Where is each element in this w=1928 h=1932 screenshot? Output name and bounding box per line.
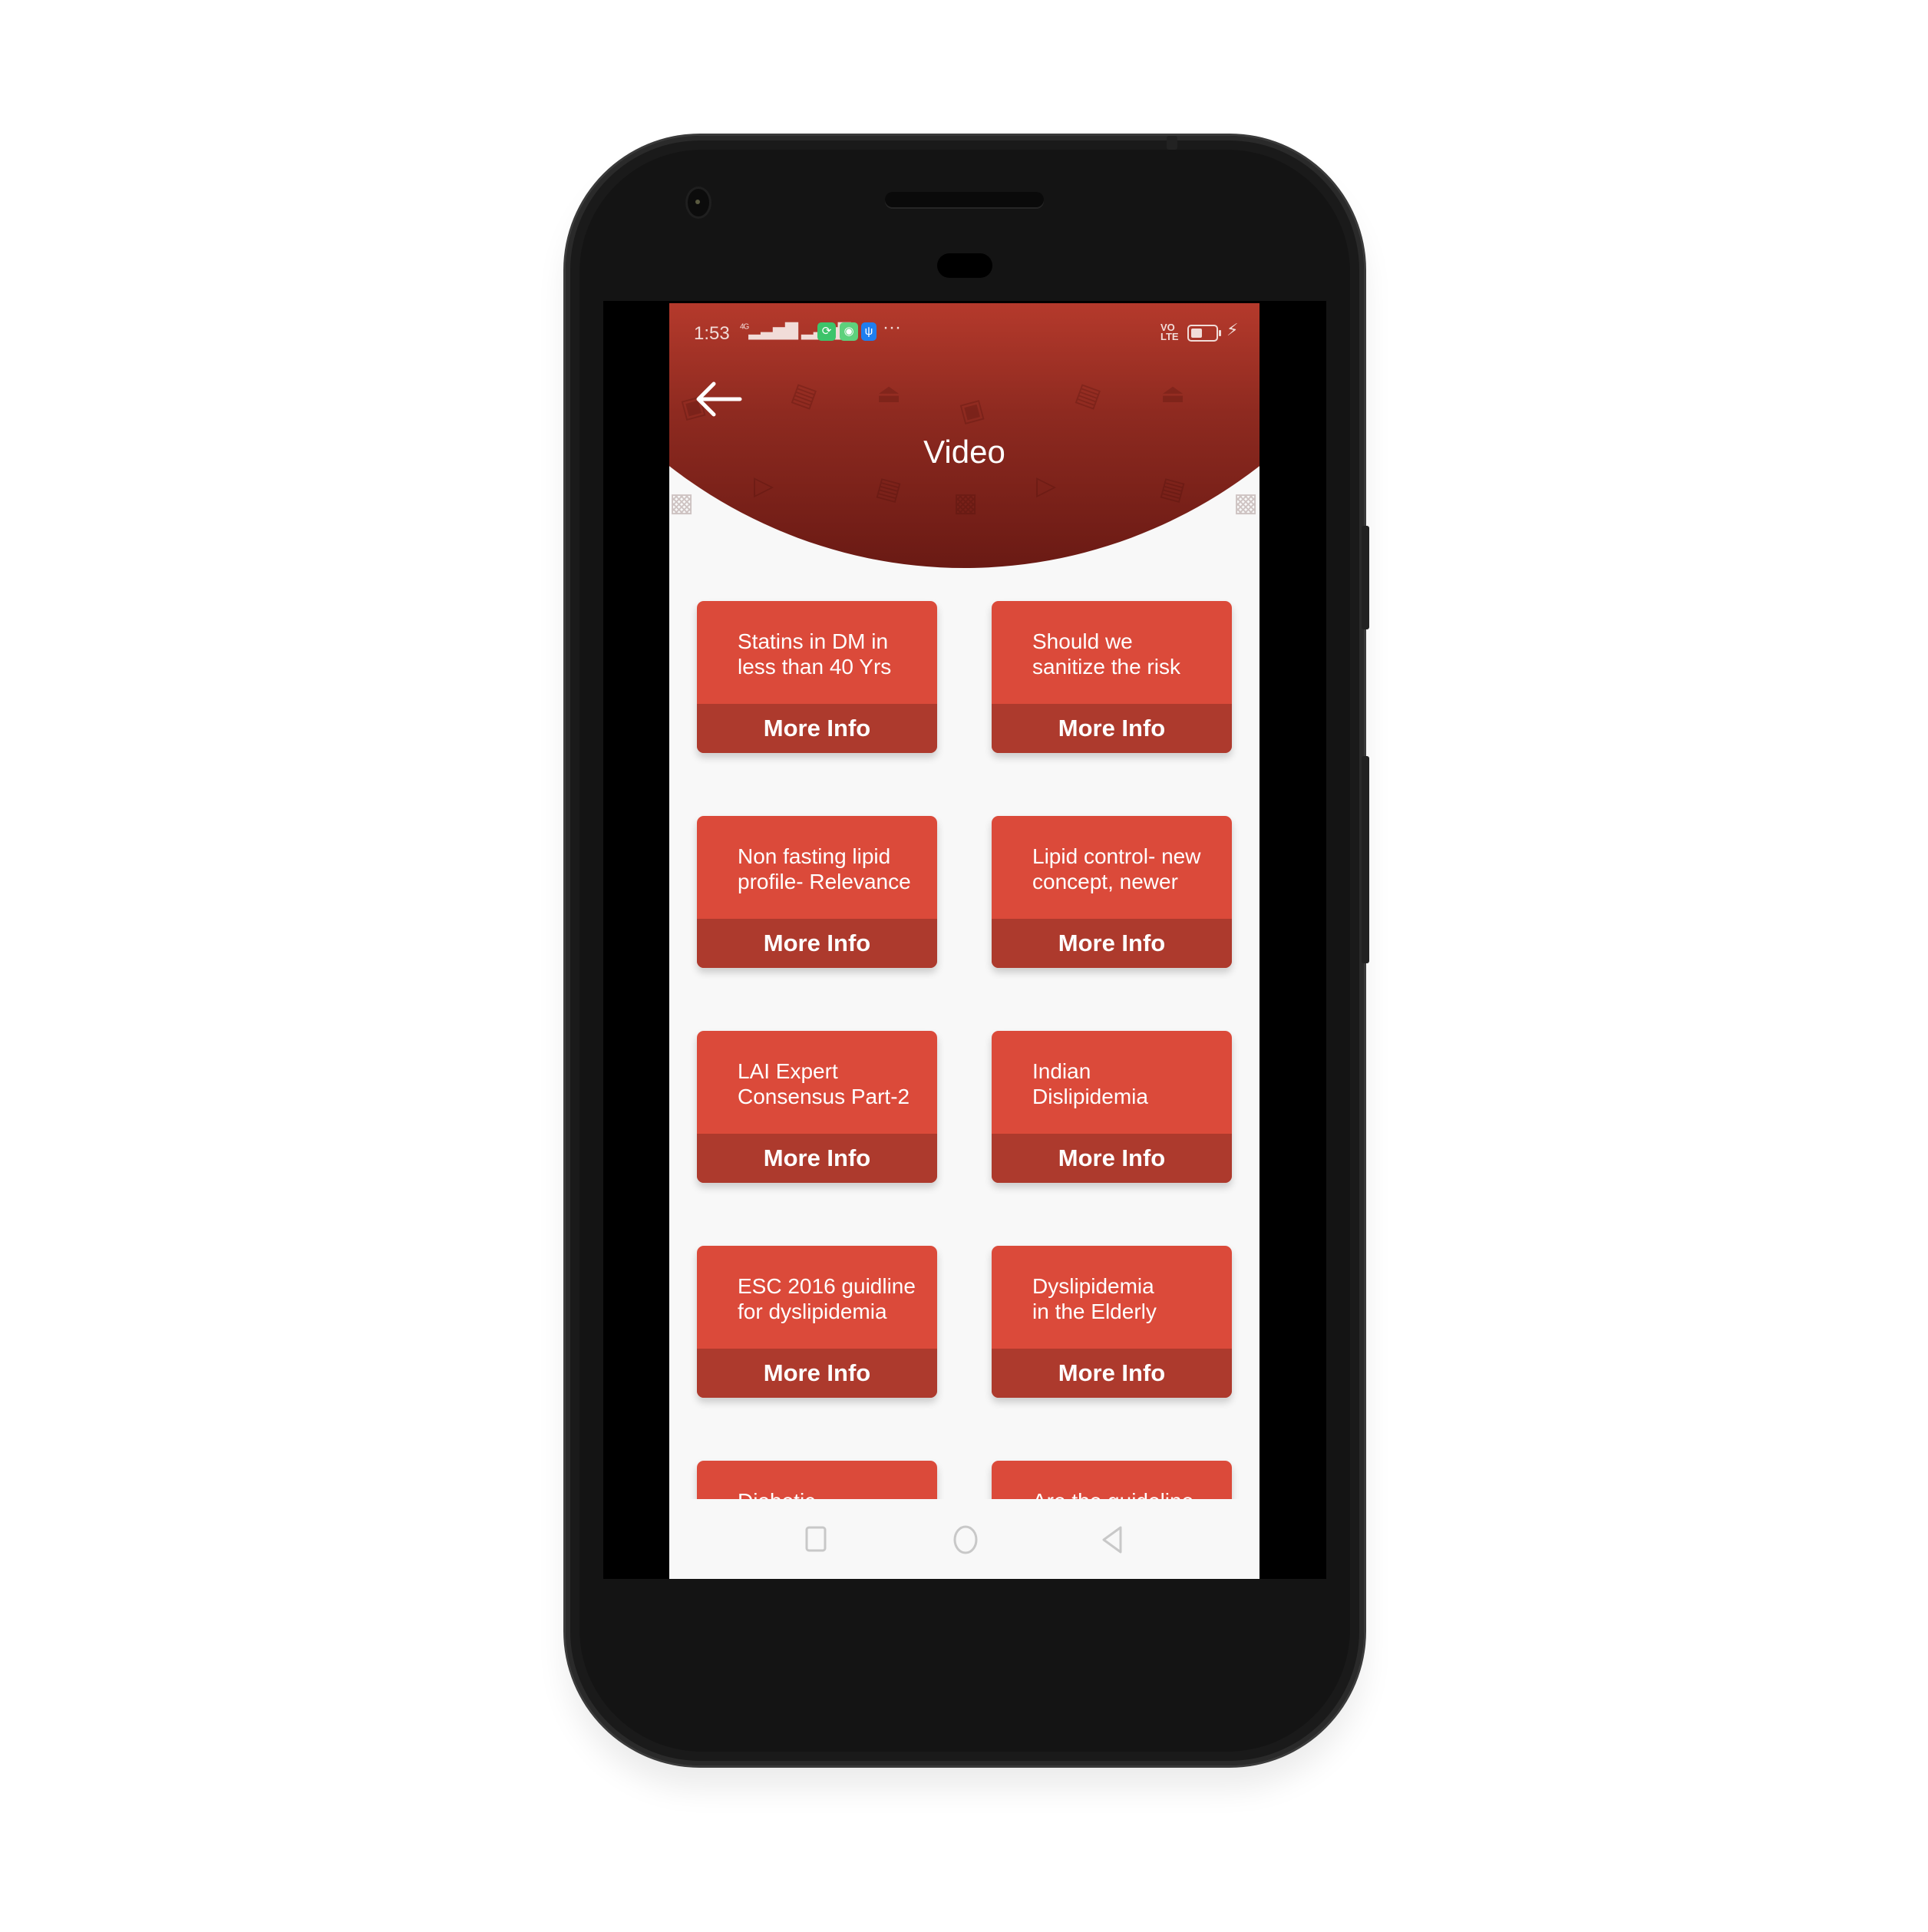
page-title: Video [923, 434, 1005, 470]
pattern-eject-icon: ⏏ [1160, 379, 1186, 408]
nav-back-button[interactable] [1099, 1524, 1127, 1559]
video-title: ESC 2016 guidline for dyslipidemia [738, 1274, 916, 1323]
top-notch-mark [1167, 136, 1177, 150]
network-type: 4G [740, 322, 749, 332]
square-icon [805, 1526, 827, 1552]
system-nav-bar [669, 1499, 1259, 1579]
video-card[interactable]: Dyslipidemia in the Elderly More Info [992, 1246, 1232, 1398]
video-card[interactable]: Indian Dislipidemia More Info [992, 1031, 1232, 1183]
more-info-button[interactable]: More Info [697, 919, 937, 968]
status-time: 1:53 [694, 323, 730, 344]
earpiece-speaker [885, 192, 1044, 207]
triangle-back-icon [1102, 1526, 1122, 1554]
pattern-eject-icon: ⏏ [877, 379, 902, 408]
home-button[interactable] [950, 1524, 981, 1559]
video-card[interactable]: Statins in DM in less than 40 Yrs More I… [697, 601, 937, 753]
pattern-play-icon: ▷ [754, 471, 774, 500]
power-button [1362, 526, 1369, 629]
header: ▣ ▤ ⏏ ▣ ▤ ⏏ ▷ ▤ ▷ ▤ ▩ ▩ ▩ 1:53 4G▂▃▅▇ ▂▃… [669, 303, 1259, 572]
recents-button[interactable] [803, 1524, 830, 1557]
video-card[interactable]: Non fasting lipid profile- Relevance Mor… [697, 816, 937, 968]
video-title: Should we sanitize the risk [1032, 629, 1180, 679]
video-card[interactable]: Should we sanitize the risk More Info [992, 601, 1232, 753]
more-info-button[interactable]: More Info [697, 704, 937, 753]
front-camera [688, 189, 709, 216]
arrow-left-icon [696, 381, 742, 417]
proximity-sensor [937, 253, 992, 278]
back-button[interactable] [692, 376, 746, 422]
chat-app-icon: ◉ [840, 322, 858, 341]
pattern-camera-icon: ▩ [1233, 488, 1259, 517]
sync-app-icon: ⟳ [817, 322, 836, 341]
video-card[interactable]: ESC 2016 guidline for dyslipidemia More … [697, 1246, 937, 1398]
video-title: Non fasting lipid profile- Relevance [738, 844, 911, 893]
video-title: Lipid control- new concept, newer [1032, 844, 1201, 893]
pattern-play-icon: ▷ [1036, 471, 1057, 500]
more-info-button[interactable]: More Info [992, 1349, 1232, 1398]
video-card[interactable]: LAI Expert Consensus Part-2 More Info [697, 1031, 937, 1183]
more-info-button[interactable]: More Info [697, 1349, 937, 1398]
volume-button [1362, 756, 1369, 963]
more-notifications-icon: ··· [883, 317, 901, 338]
app-screen: ▣ ▤ ⏏ ▣ ▤ ⏏ ▷ ▤ ▷ ▤ ▩ ▩ ▩ 1:53 4G▂▃▅▇ ▂▃… [669, 303, 1259, 1579]
charging-icon: ⚡ [1226, 320, 1239, 339]
video-title: Statins in DM in less than 40 Yrs [738, 629, 892, 679]
pattern-camera-icon: ▩ [669, 488, 695, 517]
more-info-button[interactable]: More Info [992, 1134, 1232, 1183]
video-card[interactable]: Lipid control- new concept, newer More I… [992, 816, 1232, 968]
battery-icon [1187, 325, 1221, 342]
more-info-button[interactable]: More Info [992, 919, 1232, 968]
video-title: Indian Dislipidemia [1032, 1059, 1148, 1108]
usb-icon: ψ [861, 322, 877, 341]
status-bar: 1:53 4G▂▃▅▇ ▂▃▅▇ ⟳ ◉ ψ ··· VO LTE ⚡ [669, 303, 1259, 365]
circle-icon [953, 1525, 978, 1554]
video-title: LAI Expert Consensus Part-2 [738, 1059, 910, 1108]
volte-icon: VO LTE [1160, 322, 1179, 342]
more-info-button[interactable]: More Info [992, 704, 1232, 753]
video-title: Dyslipidemia in the Elderly [1032, 1274, 1157, 1323]
pattern-camera-icon: ▩ [953, 488, 979, 517]
more-info-button[interactable]: More Info [697, 1134, 937, 1183]
